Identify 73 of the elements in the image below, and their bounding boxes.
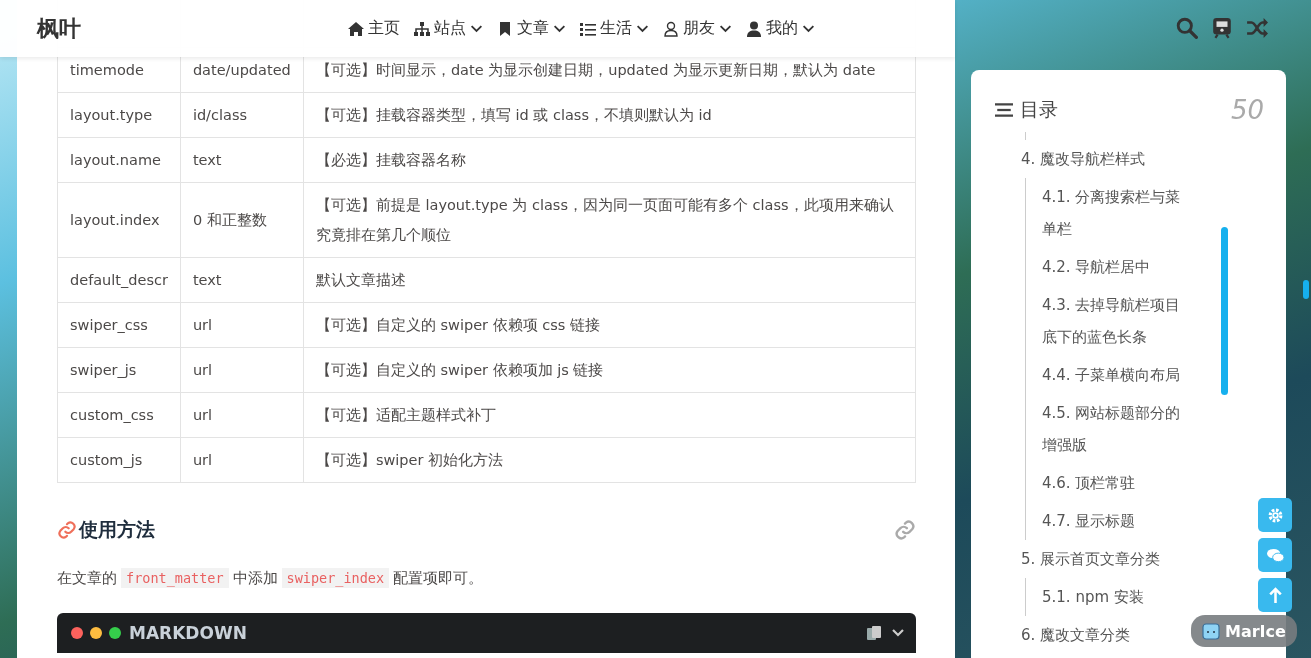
nav-menu-item[interactable]: 主页 <box>348 18 400 39</box>
list-icon <box>580 20 596 37</box>
nav-menu-item[interactable]: 生活 <box>580 18 649 39</box>
table-cell: 【可选】挂载容器类型，填写 id 或 class，不填则默认为 id <box>303 92 916 138</box>
shuffle-icon[interactable] <box>1246 17 1268 39</box>
table-cell: 【可选】自定义的 swiper 依赖项加 js 链接 <box>303 347 916 393</box>
table-cell: url <box>180 437 304 483</box>
train-icon[interactable] <box>1211 17 1233 39</box>
window-dot-icon <box>71 627 83 639</box>
table-cell: custom_js <box>57 437 181 483</box>
link-icon <box>57 520 77 540</box>
toc-link[interactable]: 4.3. 去掉导航栏项目底下的蓝色长条 <box>1042 286 1191 356</box>
table-cell: swiper_js <box>57 347 181 393</box>
table-cell: url <box>180 302 304 348</box>
table-cell: 【必选】挂载容器名称 <box>303 137 916 183</box>
window-dot-icon <box>109 627 121 639</box>
settings-icon <box>1266 506 1284 524</box>
table-cell: url <box>180 392 304 438</box>
table-cell: 【可选】适配主题样式补丁 <box>303 392 916 438</box>
ice-cube-icon <box>1201 621 1221 641</box>
arrow-up-icon <box>1266 586 1284 604</box>
toc-link[interactable]: 4.4. 子菜单横向布局 <box>1042 356 1191 394</box>
toc-link[interactable]: 4.7. 显示标题 <box>1042 502 1191 540</box>
table-cell: url <box>180 347 304 393</box>
toc-link[interactable]: 4.6. 顶栏常驻 <box>1042 464 1191 502</box>
nav-menu-item[interactable]: 我的 <box>746 18 815 39</box>
table-cell: 【可选】swiper 初始化方法 <box>303 437 916 483</box>
window-dot-icon <box>90 627 102 639</box>
table-cell: layout.index <box>57 182 181 258</box>
comments-button[interactable] <box>1258 538 1292 572</box>
copy-icon[interactable] <box>866 625 882 641</box>
menu-icon <box>995 102 1013 118</box>
toc-link[interactable]: 4.1. 分离搜索栏与菜单栏 <box>1042 178 1191 248</box>
comments-icon <box>1266 546 1284 564</box>
toc-link[interactable]: 4. 魔改导航栏样式 <box>1021 140 1191 178</box>
paragraph: 在文章的 front_matter 中添加 swiper_index 配置项即可。 <box>57 567 485 590</box>
back-to-top-button[interactable] <box>1258 578 1292 612</box>
table-cell: custom_css <box>57 392 181 438</box>
table-cell: 0 和正整数 <box>180 182 304 258</box>
table-cell: 【可选】自定义的 swiper 依赖项 css 链接 <box>303 302 916 348</box>
toc-title: 目录 <box>1020 97 1059 122</box>
link-icon[interactable] <box>894 519 916 541</box>
user-icon <box>746 20 762 37</box>
code-language: MARKDOWN <box>129 623 248 643</box>
table-cell: layout.type <box>57 92 181 138</box>
section-heading: 使用方法 <box>79 517 155 542</box>
table-cell: id/class <box>180 92 304 138</box>
toc-link[interactable]: 4.5. 网站标题部分的增强版 <box>1042 394 1191 464</box>
table-cell: layout.name <box>57 137 181 183</box>
home-icon <box>348 20 364 37</box>
reading-percent: 50 <box>1230 95 1264 125</box>
table-cell: swiper_css <box>57 302 181 348</box>
table-cell: text <box>180 257 304 303</box>
scrollbar-thumb[interactable] <box>1303 280 1309 299</box>
bookmark-icon <box>497 20 513 37</box>
table-cell: default_descr <box>57 257 181 303</box>
site-logo[interactable]: 枫叶 <box>37 13 81 44</box>
scrollbar-thumb[interactable] <box>1221 227 1228 395</box>
nav-menu-item[interactable]: 站点 <box>414 18 483 39</box>
music-player-badge[interactable]: MarIce <box>1191 615 1297 647</box>
table-cell: 【可选】前提是 layout.type 为 class，因为同一页面可能有多个 class，此项用来确认究竟排在第几个顺位 <box>303 182 916 258</box>
user-outline-icon <box>663 20 679 37</box>
toc-link[interactable]: 5. 展示首页文章分类 <box>1021 540 1191 578</box>
nav-menu-item[interactable]: 朋友 <box>663 18 732 39</box>
toc-link[interactable]: 6. 魔改文章分类 <box>1021 616 1191 654</box>
toc-link[interactable]: 4.2. 导航栏居中 <box>1042 248 1191 286</box>
settings-button[interactable] <box>1258 498 1292 532</box>
search-icon[interactable] <box>1176 17 1198 39</box>
table-cell: 默认文章描述 <box>303 257 916 303</box>
table-cell: text <box>180 137 304 183</box>
toc-link[interactable]: 5.1. npm 安装 <box>1042 578 1191 616</box>
sitemap-icon <box>414 20 430 37</box>
nav-menu-item[interactable]: 文章 <box>497 18 566 39</box>
